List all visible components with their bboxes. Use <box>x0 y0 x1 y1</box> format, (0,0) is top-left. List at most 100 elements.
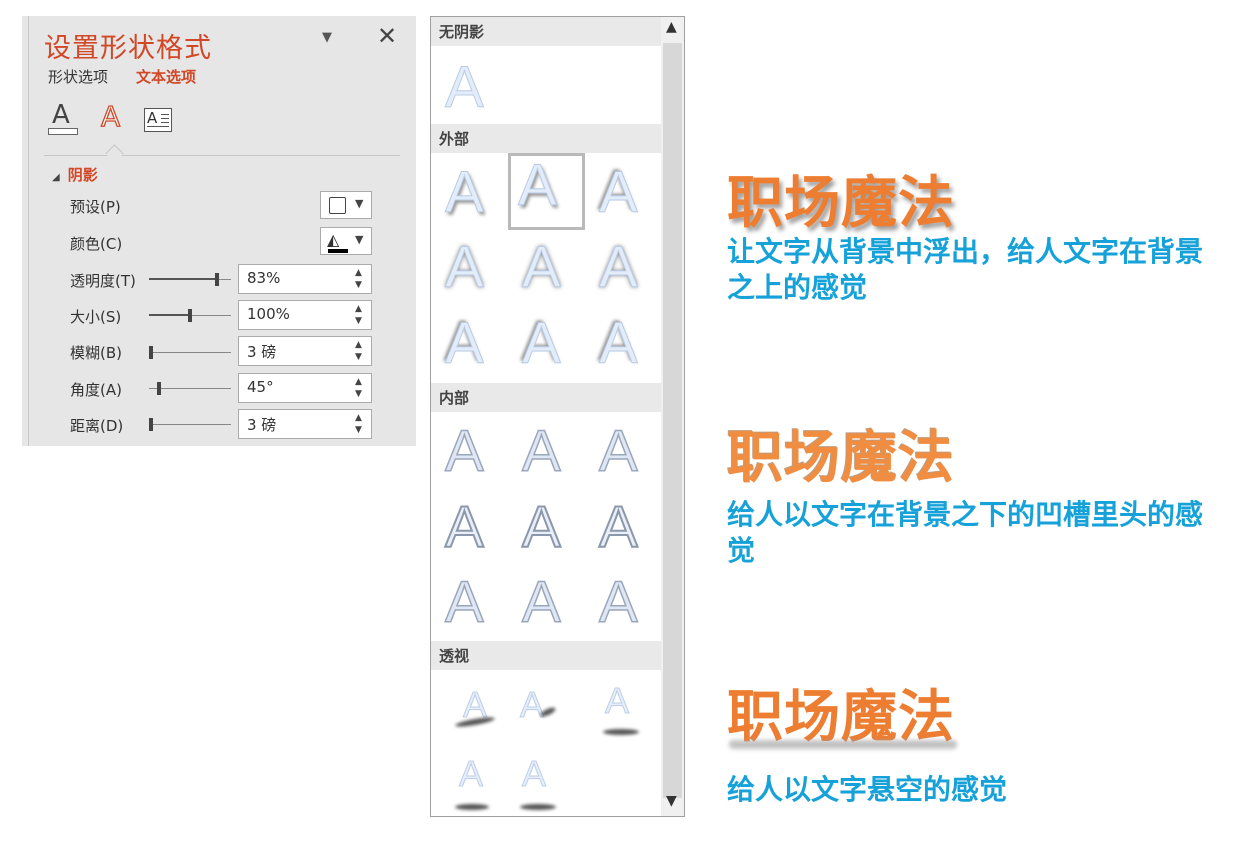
angle-spinbox[interactable]: 45° ▲ ▼ <box>238 373 372 403</box>
preset-letter: A <box>521 753 547 794</box>
close-icon[interactable]: ✕ <box>377 22 397 50</box>
blur-slider-track[interactable] <box>149 352 231 353</box>
preset-letter: A <box>598 419 638 484</box>
blur-label: 模糊(B) <box>70 344 122 362</box>
spin-up-icon[interactable]: ▲ <box>355 304 362 314</box>
shadow-preset-inner[interactable]: A <box>512 419 578 491</box>
gallery-group-perspective: 透视 <box>431 641 661 670</box>
chevron-down-icon: ▼ <box>355 233 364 246</box>
size-label: 大小(S) <box>70 308 122 326</box>
gallery-scrollbar[interactable]: ▲ ▼ <box>661 17 684 816</box>
spin-down-icon[interactable]: ▼ <box>355 316 362 326</box>
color-swatch <box>328 249 348 253</box>
preset-letter: A <box>604 680 630 721</box>
preset-letter: A <box>599 160 639 225</box>
scroll-up-icon[interactable]: ▲ <box>666 19 677 35</box>
text-effects-icon[interactable]: A <box>98 99 128 136</box>
fill-bar <box>48 128 78 135</box>
shadow-section-header[interactable]: ◢ 阴影 <box>52 164 98 185</box>
pane-edge <box>28 16 29 446</box>
preset-swatch-icon <box>329 197 346 214</box>
transparency-slider-thumb[interactable] <box>215 273 220 286</box>
preset-letter: A <box>445 311 485 376</box>
shadow-preset-inner[interactable]: A <box>435 419 501 491</box>
textbox-line <box>161 114 169 115</box>
angle-value: 45° <box>247 378 274 396</box>
preset-letter: A <box>458 753 484 794</box>
shadow-preset-outer[interactable]: A <box>589 311 655 383</box>
transparency-slider-fill <box>149 278 218 280</box>
shadow-preset-outer[interactable]: A <box>589 235 655 307</box>
textbox-icon[interactable]: A <box>144 108 172 132</box>
size-slider-fill <box>149 314 190 316</box>
icon-row-divider <box>44 155 400 156</box>
preset-letter: A <box>444 419 484 484</box>
heading-sunken: 职场魔法 <box>727 428 955 490</box>
preset-letter: A <box>518 153 558 218</box>
spin-down-icon[interactable]: ▼ <box>355 352 362 362</box>
shadow-preset-inner[interactable]: A <box>589 419 655 491</box>
shadow-preset-outer-selected[interactable]: A <box>508 153 585 230</box>
distance-slider-track[interactable] <box>149 424 231 425</box>
tab-shape-options[interactable]: 形状选项 <box>48 66 108 87</box>
preset-dropdown[interactable]: ▼ <box>320 191 372 219</box>
collapse-triangle-icon: ◢ <box>52 172 60 183</box>
spin-up-icon[interactable]: ▲ <box>355 377 362 387</box>
blur-slider-thumb[interactable] <box>149 346 154 359</box>
shadow-preset-inner[interactable]: A <box>435 570 501 642</box>
shadow-preset-outer[interactable]: A <box>435 311 501 383</box>
distance-value: 3 磅 <box>247 416 277 434</box>
selected-icon-notch <box>105 144 124 163</box>
shadow-preset-outer[interactable]: A <box>512 311 578 383</box>
spin-up-icon[interactable]: ▲ <box>355 413 362 423</box>
spin-down-icon[interactable]: ▼ <box>355 425 362 435</box>
blur-spinbox[interactable]: 3 磅 ▲ ▼ <box>238 336 372 366</box>
shadow-preset-perspective[interactable]: A <box>516 753 582 816</box>
shadow-preset-none[interactable]: A <box>435 55 501 127</box>
spin-down-icon[interactable]: ▼ <box>355 280 362 290</box>
paint-bucket-icon: ◭ <box>327 230 340 249</box>
shadow-preset-inner[interactable]: A <box>435 495 501 567</box>
color-dropdown[interactable]: ◭ ▼ <box>320 227 372 255</box>
shadow-preset-perspective[interactable]: A <box>453 684 519 757</box>
spin-up-icon[interactable]: ▲ <box>355 268 362 278</box>
size-spinbox[interactable]: 100% ▲ ▼ <box>238 300 372 330</box>
distance-slider-thumb[interactable] <box>149 418 154 431</box>
textbox-letter: A <box>147 109 158 127</box>
shadow-preset-perspective[interactable]: A <box>453 753 519 816</box>
shadow-preset-outer[interactable]: A <box>435 235 501 307</box>
size-value: 100% <box>247 305 290 323</box>
spin-up-icon[interactable]: ▲ <box>355 340 362 350</box>
text-fill-outline-icon[interactable]: A <box>48 100 78 136</box>
chevron-down-icon: ▼ <box>355 197 364 210</box>
pane-title: 设置形状格式 <box>44 33 212 64</box>
angle-slider-track[interactable] <box>149 388 231 389</box>
shadow-preset-inner[interactable]: A <box>589 570 655 642</box>
shadow-preset-perspective[interactable]: A <box>516 684 582 757</box>
transparency-spinbox[interactable]: 83% ▲ ▼ <box>238 264 372 294</box>
shadow-preset-inner[interactable]: A <box>512 570 578 642</box>
preset-letter: A <box>444 570 484 635</box>
angle-slider-thumb[interactable] <box>156 382 161 395</box>
tab-text-options[interactable]: 文本选项 <box>136 66 196 87</box>
preset-letter: A <box>444 495 485 560</box>
perspective-shadow <box>455 804 489 810</box>
spin-down-icon[interactable]: ▼ <box>355 389 362 399</box>
shadow-preset-outer[interactable]: A <box>435 160 501 232</box>
preset-letter: A <box>521 419 561 484</box>
perspective-shadow <box>520 804 556 810</box>
preset-letter: A <box>445 160 485 225</box>
angle-label: 角度(A) <box>70 381 122 399</box>
shadow-preset-inner[interactable]: A <box>512 495 578 567</box>
pane-options-dropdown-icon[interactable]: ▼ <box>322 30 332 45</box>
shadow-section-label: 阴影 <box>67 166 98 184</box>
distance-spinbox[interactable]: 3 磅 ▲ ▼ <box>238 409 372 439</box>
shadow-preset-perspective[interactable]: A <box>599 680 665 753</box>
preset-letter: A <box>522 235 562 300</box>
shadow-preset-inner[interactable]: A <box>589 495 655 567</box>
shadow-preset-outer[interactable]: A <box>589 160 655 232</box>
size-slider-thumb[interactable] <box>188 309 192 322</box>
scrollbar-thumb[interactable] <box>663 43 682 798</box>
scroll-down-icon[interactable]: ▼ <box>666 793 677 809</box>
shadow-preset-outer[interactable]: A <box>512 235 578 307</box>
